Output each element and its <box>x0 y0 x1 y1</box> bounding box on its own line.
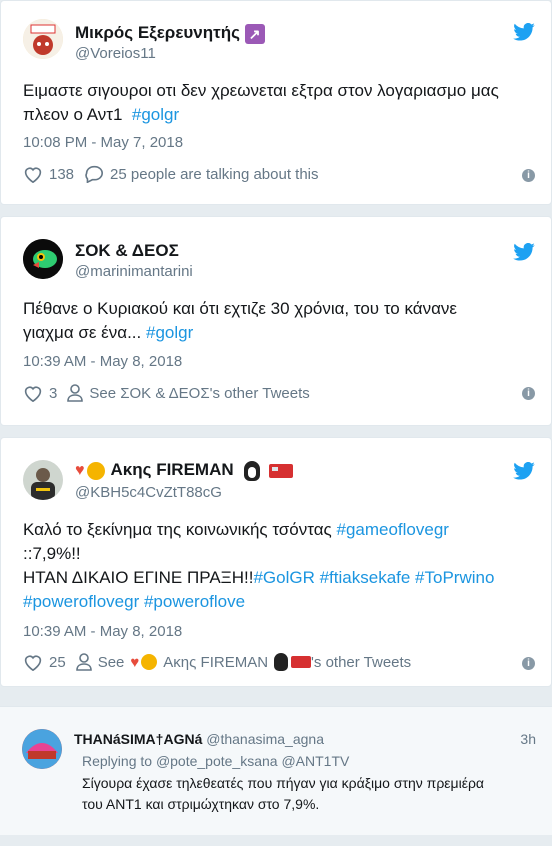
reply-bubble-icon <box>85 165 103 183</box>
info-icon[interactable]: i <box>522 657 535 670</box>
see-other-tweets-link[interactable]: See ΣΟΚ & ΔΕΟΣ's other Tweets <box>67 384 310 402</box>
heart-icon <box>24 655 42 671</box>
conversation-link[interactable]: 25 people are talking about this <box>84 165 319 183</box>
tweet-actions: 25 See ♥ Ακης FIREMAN 's other Tweets <box>23 653 411 671</box>
avatar[interactable] <box>23 460 63 500</box>
twitter-bird-icon[interactable] <box>513 461 535 485</box>
bird-emoji-icon: ♥ <box>130 653 140 671</box>
user-handle[interactable]: @KBH5c4CvZtT88cG <box>75 484 222 501</box>
like-button[interactable]: 3 <box>23 384 57 402</box>
display-name[interactable]: ΣΟΚ & ΔΕΟΣ <box>75 241 179 261</box>
sun-emoji-icon <box>86 461 105 480</box>
avatar[interactable] <box>22 729 62 769</box>
reply-header: THANáSIMA†AGNá @thanasima_agna <box>74 731 324 747</box>
sagittarius-icon: ↗ <box>244 23 265 44</box>
tweet-text: Καλό το ξεκίνημα της κοινωνικής τσόντας … <box>23 520 495 611</box>
timestamp[interactable]: 10:08 PM - May 7, 2018 <box>23 134 183 151</box>
info-icon[interactable]: i <box>522 169 535 182</box>
display-name[interactable]: Μικρός Εξερευνητής ↗ <box>75 23 265 44</box>
penguin-emoji-icon <box>274 653 289 671</box>
avatar[interactable] <box>23 19 63 59</box>
replying-to: Replying to @pote_pote_ksana @ANT1TV <box>82 753 350 769</box>
see-other-tweets-link[interactable]: See ♥ Ακης FIREMAN 's other Tweets <box>75 653 411 671</box>
tweet-actions: 138 25 people are talking about this <box>23 165 319 183</box>
sun-emoji-icon <box>141 654 158 670</box>
tweet-card: ΣΟΚ & ΔΕΟΣ @marinimantarini Πέθανε ο Κυρ… <box>0 216 552 426</box>
info-icon[interactable]: i <box>522 387 535 400</box>
fire-engine-emoji-icon <box>269 463 294 478</box>
like-button[interactable]: 138 <box>23 165 74 183</box>
twitter-bird-icon[interactable] <box>513 22 535 46</box>
like-count: 25 <box>49 653 66 671</box>
mention-links[interactable]: @pote_pote_ksana @ANT1TV <box>156 753 349 769</box>
tweet-text: Ειμαστε σιγουροι οτι δεν χρεωνεται εξτρα… <box>23 81 499 124</box>
heart-icon <box>24 167 42 183</box>
like-count: 3 <box>49 384 58 402</box>
user-handle[interactable]: @Voreios11 <box>75 45 156 62</box>
reply-text: Σίγουρα έχασε τηλεθεατές που πήγαν για κ… <box>82 775 485 812</box>
reply-card: THANáSIMA†AGNá @thanasima_agna 3h Replyi… <box>0 706 552 835</box>
tweet-actions: 3 See ΣΟΚ & ΔΕΟΣ's other Tweets <box>23 384 310 402</box>
like-button[interactable]: 25 <box>23 653 66 671</box>
timestamp[interactable]: 10:39 AM - May 8, 2018 <box>23 623 182 640</box>
penguin-emoji-icon <box>244 460 261 481</box>
hashtag-links[interactable]: #poweroflovegr #poweroflove <box>23 592 245 611</box>
tweet-card: ♥ Ακης FIREMAN @KBH5c4CvZtT88cG Καλό το ξ… <box>0 437 552 687</box>
like-count: 138 <box>49 165 75 183</box>
person-icon <box>75 653 92 671</box>
display-name[interactable]: THANáSIMA†AGNá <box>74 731 202 747</box>
hashtag-link[interactable]: #golgr <box>146 323 193 342</box>
avatar[interactable] <box>23 239 63 279</box>
user-handle[interactable]: @thanasima_agna <box>206 731 324 747</box>
tweet-card: Μικρός Εξερευνητής ↗ @Voreios11 Ειμαστε … <box>0 0 552 205</box>
reply-age[interactable]: 3h <box>520 731 536 747</box>
person-icon <box>67 384 84 402</box>
hashtag-link[interactable]: #golgr <box>132 105 179 124</box>
bird-emoji-icon: ♥ <box>75 461 85 479</box>
twitter-bird-icon[interactable] <box>513 242 535 266</box>
fire-engine-emoji-icon <box>291 656 312 668</box>
tweet-text: Πέθανε ο Κυριακού και ότι εχτιζε 30 χρόν… <box>23 299 457 342</box>
user-handle[interactable]: @marinimantarini <box>75 263 193 280</box>
hashtag-links[interactable]: #GolGR #ftiaksekafe #ToPrwino <box>253 568 494 587</box>
timestamp[interactable]: 10:39 AM - May 8, 2018 <box>23 353 182 370</box>
hashtag-link[interactable]: #gameoflovegr <box>336 520 448 539</box>
heart-icon <box>24 386 42 402</box>
display-name[interactable]: ♥ Ακης FIREMAN <box>75 460 294 481</box>
